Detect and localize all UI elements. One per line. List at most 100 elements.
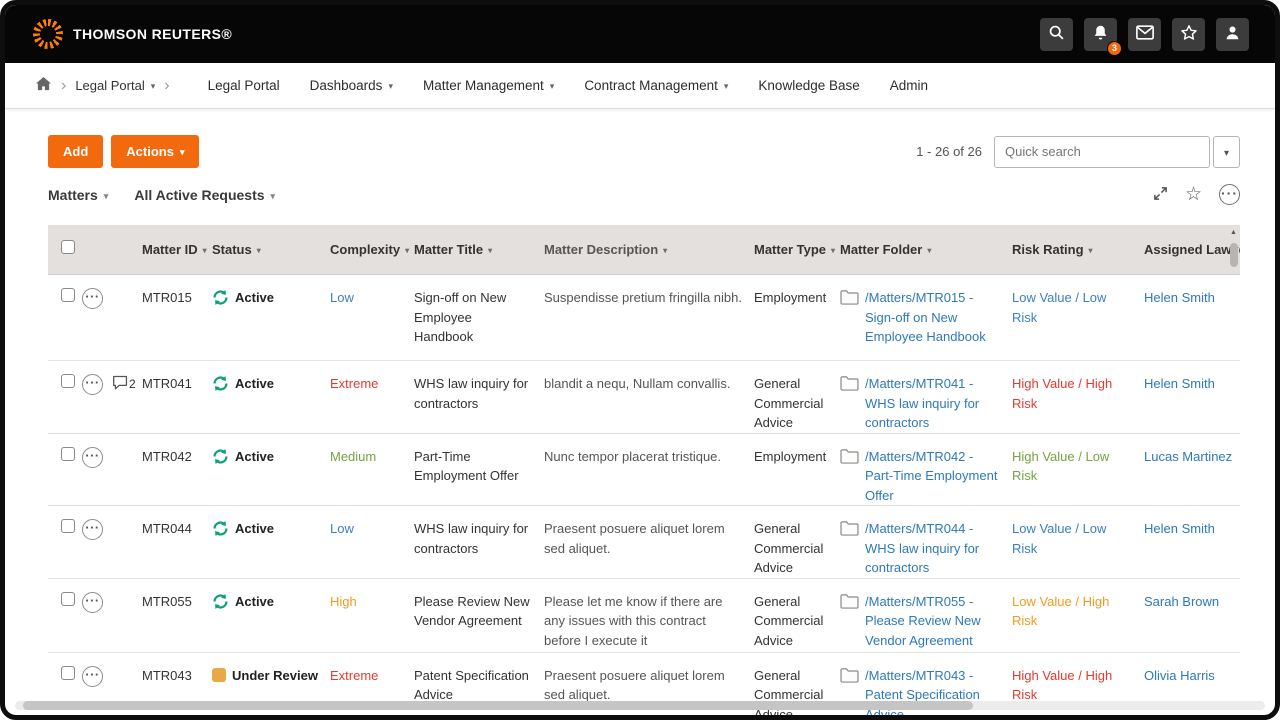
column-header-matter-title[interactable]: Matter Title	[414, 240, 544, 260]
matter-description: Praesent posuere aliquet lorem sed aliqu…	[544, 666, 754, 705]
mail-button[interactable]	[1128, 18, 1161, 51]
column-header-matter-type[interactable]: Matter Type	[754, 240, 840, 260]
complexity: Extreme	[330, 666, 414, 686]
folder-icon	[840, 667, 859, 720]
row-checkbox[interactable]	[61, 447, 75, 461]
horizontal-scroll-thumb[interactable]	[23, 701, 973, 710]
profile-button[interactable]	[1216, 18, 1249, 51]
home-button[interactable]	[35, 76, 52, 96]
actions-button-label: Actions	[126, 144, 174, 159]
assigned-lawyer-link[interactable]: Helen Smith	[1144, 290, 1215, 305]
favorite-view-button[interactable]	[1185, 185, 1202, 204]
comments-button[interactable]: 2	[112, 374, 136, 393]
status-under-review-icon	[212, 668, 226, 682]
actions-button[interactable]: Actions	[111, 135, 199, 168]
row-select-cell	[48, 447, 82, 467]
grid-options-button[interactable]	[1219, 184, 1240, 205]
matter-title: Please Review New Vendor Agreement	[414, 592, 544, 631]
row-actions-button[interactable]	[82, 666, 103, 687]
row-select-cell	[48, 288, 82, 308]
row-actions-cell	[82, 519, 112, 540]
column-header-status[interactable]: Status	[212, 240, 330, 260]
filter-selector[interactable]: All Active Requests	[134, 187, 275, 203]
assigned-lawyer-link[interactable]: Helen Smith	[1144, 521, 1215, 536]
assigned-lawyer-link[interactable]: Sarah Brown	[1144, 594, 1219, 609]
matter-folder-link[interactable]: /Matters/MTR055 - Please Review New Vend…	[865, 592, 1002, 651]
folder-icon	[840, 520, 859, 578]
row-actions-button[interactable]	[82, 447, 103, 468]
table-row: MTR042 Active Medium Part-Time Employmen…	[48, 434, 1240, 507]
toolbar: Add Actions 1 - 26 of 26	[48, 135, 1240, 168]
table-row: MTR055 Active High Please Review New Ven…	[48, 579, 1240, 653]
folder-cell: /Matters/MTR041 - WHS law inquiry for co…	[840, 374, 1012, 433]
matter-folder-link[interactable]: /Matters/MTR043 - Patent Specification A…	[865, 666, 1002, 720]
row-comments-cell: 2	[112, 374, 142, 393]
star-icon	[1180, 24, 1198, 45]
select-all-cell	[48, 240, 82, 260]
search-button[interactable]	[1040, 18, 1073, 51]
status-cell: Under Review	[212, 666, 330, 686]
view-selector[interactable]: Matters	[48, 187, 108, 203]
menu-item-admin[interactable]: Admin	[875, 78, 943, 93]
matter-folder-link[interactable]: /Matters/MTR044 - WHS law inquiry for co…	[865, 519, 1002, 578]
column-header-matter-id[interactable]: Matter ID	[142, 240, 212, 260]
expand-button[interactable]	[1153, 186, 1168, 204]
row-checkbox[interactable]	[61, 374, 75, 388]
column-header-assigned-lawyer[interactable]: Assigned Lawyer	[1144, 240, 1240, 260]
risk-rating: High Value / High Risk	[1012, 374, 1144, 413]
column-header-matter-folder[interactable]: Matter Folder	[840, 240, 1012, 260]
row-checkbox[interactable]	[61, 666, 75, 680]
matter-folder-link[interactable]: /Matters/MTR015 - Sign-off on New Employ…	[865, 288, 1002, 347]
menu-item-knowledge-base[interactable]: Knowledge Base	[743, 78, 874, 93]
home-icon	[35, 76, 52, 96]
column-header-matter-description[interactable]: Matter Description	[544, 240, 754, 260]
matter-folder-link[interactable]: /Matters/MTR042 - Part-Time Employment O…	[865, 447, 1002, 506]
quick-search-input[interactable]	[994, 136, 1210, 168]
assigned-lawyer-link[interactable]: Lucas Martinez	[1144, 449, 1232, 464]
menu-item-dashboards[interactable]: Dashboards	[295, 78, 408, 93]
status-label: Under Review	[232, 666, 318, 686]
status-label: Active	[235, 288, 274, 308]
status-label: Active	[235, 592, 274, 612]
add-button[interactable]: Add	[48, 135, 103, 168]
filter-bar: Matters All Active Requests	[48, 184, 1240, 205]
thomson-reuters-logo: THOMSON REUTERS®	[33, 19, 232, 49]
row-actions-cell	[82, 592, 112, 613]
comment-bubble-icon	[112, 374, 129, 393]
search-options-button[interactable]	[1213, 136, 1240, 168]
brand-name: THOMSON REUTERS®	[73, 26, 232, 42]
folder-cell: /Matters/MTR043 - Patent Specification A…	[840, 666, 1012, 720]
vertical-scrollbar[interactable]	[1227, 225, 1240, 275]
row-actions-button[interactable]	[82, 519, 103, 540]
menu-item-legal-portal[interactable]: Legal Portal	[193, 78, 295, 93]
row-actions-button[interactable]	[82, 592, 103, 613]
row-actions-button[interactable]	[82, 374, 103, 395]
menu-item-contract-management[interactable]: Contract Management	[569, 78, 743, 93]
assigned-lawyer-link[interactable]: Olivia Harris	[1144, 668, 1215, 683]
breadcrumb-legal-portal[interactable]: Legal Portal	[75, 78, 155, 93]
toolbar-right: 1 - 26 of 26	[916, 136, 1240, 168]
complexity: High	[330, 592, 414, 612]
scroll-up-arrow-icon[interactable]	[1227, 225, 1240, 240]
horizontal-scrollbar[interactable]	[15, 701, 1265, 710]
search-icon	[1048, 24, 1065, 44]
ellipsis-icon	[1219, 184, 1240, 205]
row-actions-cell	[82, 288, 112, 309]
notifications-button[interactable]: 3	[1084, 18, 1117, 51]
column-header-risk-rating[interactable]: Risk Rating	[1012, 240, 1144, 260]
vertical-scroll-thumb[interactable]	[1230, 243, 1238, 267]
assigned-lawyer-link[interactable]: Helen Smith	[1144, 376, 1215, 391]
folder-icon	[840, 375, 859, 433]
nav-bar: Legal Portal Legal Portal Dashboards Mat…	[5, 63, 1275, 109]
column-header-complexity[interactable]: Complexity	[330, 240, 414, 260]
menu-item-matter-management[interactable]: Matter Management	[408, 78, 569, 93]
select-all-checkbox[interactable]	[61, 240, 75, 254]
status-cell: Active	[212, 374, 330, 394]
row-checkbox[interactable]	[61, 592, 75, 606]
row-checkbox[interactable]	[61, 288, 75, 302]
row-actions-button[interactable]	[82, 288, 103, 309]
favorites-button[interactable]	[1172, 18, 1205, 51]
complexity: Low	[330, 288, 414, 308]
row-checkbox[interactable]	[61, 519, 75, 533]
matter-folder-link[interactable]: /Matters/MTR041 - WHS law inquiry for co…	[865, 374, 1002, 433]
